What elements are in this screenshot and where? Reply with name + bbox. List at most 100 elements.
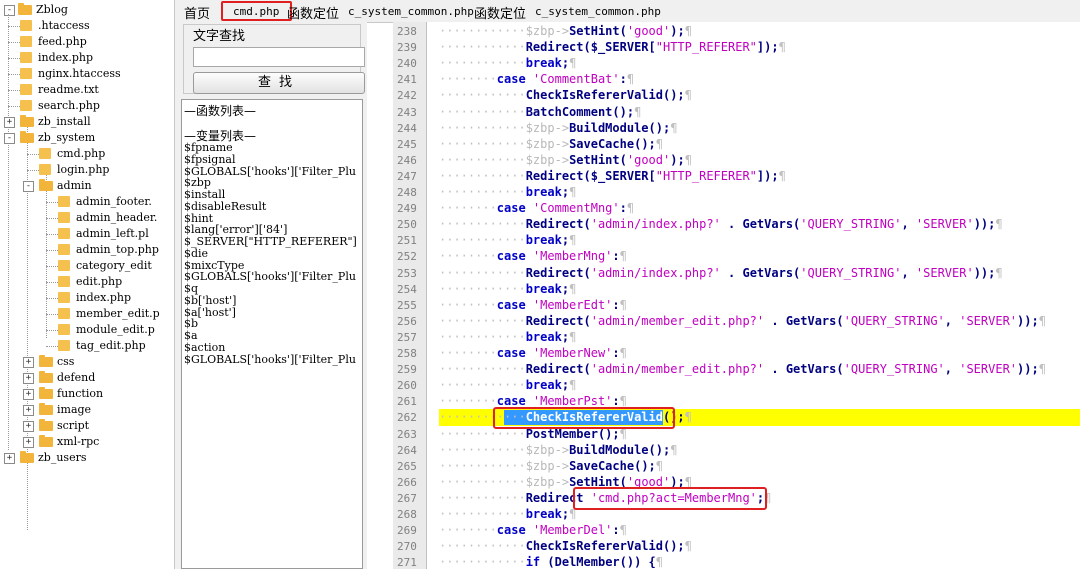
code-line[interactable]: ············break;¶ — [439, 56, 576, 72]
code-line[interactable]: ············Redirect('admin/index.php?' … — [439, 217, 1003, 233]
file-icon — [20, 20, 32, 31]
tab-function-locate-1[interactable]: 函数定位 — [287, 3, 339, 22]
expand-icon[interactable]: + — [23, 405, 34, 416]
code-line[interactable]: ············$zbp->SetHint('good');¶ — [439, 153, 692, 169]
line-number: 259 — [397, 363, 417, 377]
code-line[interactable]: ············$zbp->BuildModule();¶ — [439, 443, 677, 459]
tree-node-label: member_edit.p — [76, 307, 160, 320]
tree-node-label: admin — [57, 179, 92, 192]
code-line[interactable]: ········case 'CommentBat':¶ — [439, 72, 634, 88]
code-line[interactable]: ············$zbp->SaveCache();¶ — [439, 137, 663, 153]
tree-node-label: edit.php — [76, 275, 123, 288]
line-number: 256 — [397, 314, 417, 328]
expand-icon[interactable]: + — [4, 453, 15, 464]
function-list-header: —函数列表— — [184, 104, 257, 118]
expand-icon[interactable]: + — [23, 437, 34, 448]
variable-list-item[interactable]: $GLOBALS['hooks']['Filter_Plu — [184, 271, 356, 283]
variable-list-item[interactable]: $b['host'] — [184, 294, 236, 307]
code-line[interactable]: ········case 'MemberEdt':¶ — [439, 298, 627, 314]
tree-guide-branch — [8, 74, 20, 75]
tab-c-system-common-2[interactable]: c_system_common.php — [535, 5, 661, 18]
line-number: 251 — [397, 234, 417, 248]
tab-c-system-common-1[interactable]: c_system_common.php — [348, 5, 474, 18]
code-line[interactable]: ············CheckIsRefererValid();¶ — [439, 88, 692, 104]
variable-list-item[interactable]: $disableResult — [184, 200, 266, 213]
code-editor[interactable]: 238 239 240 241 242 243 244 245 246 247 248 249 250 2… — [393, 22, 1080, 569]
collapse-icon[interactable]: - — [4, 5, 15, 16]
expand-icon[interactable]: + — [23, 357, 34, 368]
variable-list-item[interactable]: $_SERVER["HTTP_REFERER"] — [184, 236, 357, 248]
tree-node-label: tag_edit.php — [76, 339, 146, 352]
line-number: 267 — [397, 491, 417, 505]
side-panel: 文字查找 查找 —函数列表— —变量列表— $fpname $fpsignal $G… — [175, 22, 367, 569]
search-input[interactable] — [193, 47, 365, 67]
code-line[interactable]: ············Redirect('admin/member_edit.… — [439, 314, 1046, 330]
tree-node-label: readme.txt — [38, 83, 99, 96]
file-icon — [39, 164, 51, 175]
tree-node-label: zb_users — [38, 451, 87, 464]
line-number: 241 — [397, 73, 417, 87]
tree-guide-line — [8, 14, 9, 450]
tree-guide-branch — [27, 154, 39, 155]
search-group: 文字查找 查找 — [183, 24, 365, 94]
tree-node-label: index.php — [38, 51, 94, 64]
variable-list-item[interactable]: $die — [184, 247, 208, 260]
tree-node-label: zb_system — [38, 131, 96, 144]
tree-node-label: script — [57, 419, 90, 432]
code-line[interactable]: ············break;¶ — [439, 282, 576, 298]
code-line[interactable]: ········case 'CommentMng':¶ — [439, 201, 634, 217]
collapse-icon[interactable]: - — [4, 133, 15, 144]
file-tree[interactable]: - Zblog .htaccess feed.php index.php nginx.ht… — [0, 0, 175, 569]
file-icon — [58, 260, 70, 271]
tree-guide-branch — [46, 346, 58, 347]
code-line[interactable]: ········case 'MemberDel':¶ — [439, 523, 627, 539]
code-line[interactable]: ············BatchComment();¶ — [439, 105, 641, 121]
code-line[interactable]: ············break;¶ — [439, 185, 576, 201]
tab-home[interactable]: 首页 — [184, 3, 210, 22]
tree-guide-branch — [8, 90, 20, 91]
tree-guide-branch — [8, 58, 20, 59]
expand-icon[interactable]: + — [23, 373, 34, 384]
symbol-list[interactable]: —函数列表— —变量列表— $fpname $fpsignal $GLOBALS['… — [181, 99, 363, 569]
tab-function-locate-2[interactable]: 函数定位 — [474, 3, 526, 22]
expand-icon[interactable]: + — [23, 389, 34, 400]
line-number: 270 — [397, 540, 417, 554]
line-number: 250 — [397, 218, 417, 232]
collapse-icon[interactable]: - — [23, 181, 34, 192]
folder-icon — [20, 451, 34, 463]
code-line[interactable]: ············$zbp->SaveCache();¶ — [439, 459, 663, 475]
code-line[interactable]: ············Redirect('admin/index.php?' … — [439, 266, 1003, 282]
expand-icon[interactable]: + — [23, 421, 34, 432]
tree-node-label: search.php — [38, 99, 100, 112]
tree-node-label: .htaccess — [38, 19, 90, 32]
tree-node-label: admin_left.pl — [76, 227, 149, 240]
code-line[interactable]: ············Redirect($_SERVER["HTTP_REFE… — [439, 40, 786, 56]
tree-guide-branch — [8, 106, 20, 107]
code-line[interactable]: ············break;¶ — [439, 233, 576, 249]
code-line[interactable]: ············Redirect($_SERVER["HTTP_REFE… — [439, 169, 786, 185]
tree-node-label: admin_top.php — [76, 243, 159, 256]
file-icon — [20, 100, 32, 111]
tree-node-label: category_edit — [76, 259, 152, 272]
code-line[interactable]: ············break;¶ — [439, 330, 576, 346]
line-number-gutter: 238 239 240 241 242 243 244 245 246 247 248 249 250 2… — [393, 22, 427, 569]
line-number: 247 — [397, 169, 417, 183]
code-line[interactable]: ············Redirect('admin/member_edit.… — [439, 362, 1046, 378]
file-icon — [58, 292, 70, 303]
line-number: 264 — [397, 443, 417, 457]
code-line[interactable]: ········case 'MemberMng':¶ — [439, 249, 627, 265]
code-line[interactable]: ············if (DelMember()) {¶ — [439, 555, 663, 569]
expand-icon[interactable]: + — [4, 117, 15, 128]
code-line[interactable]: ············CheckIsRefererValid();¶ — [439, 539, 692, 555]
code-line[interactable]: ········case 'MemberNew':¶ — [439, 346, 627, 362]
code-line[interactable]: ············break;¶ — [439, 378, 576, 394]
code-line[interactable]: ············break;¶ — [439, 507, 576, 523]
variable-list-item[interactable]: $fpsignal — [184, 153, 235, 166]
variable-list-item[interactable]: $action — [184, 341, 225, 354]
code-line[interactable]: ············$zbp->SetHint('good');¶ — [439, 24, 692, 40]
annotation-box-check — [493, 407, 675, 429]
tree-node-label: feed.php — [38, 35, 87, 48]
variable-list-item[interactable]: $GLOBALS['hooks']['Filter_Plu — [184, 353, 356, 366]
search-button[interactable]: 查找 — [193, 72, 365, 94]
code-line[interactable]: ············$zbp->BuildModule();¶ — [439, 121, 677, 137]
